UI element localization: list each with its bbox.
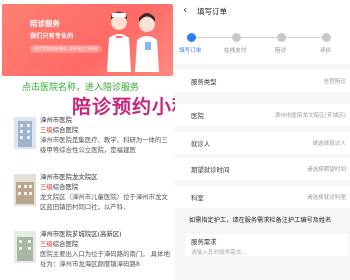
field-value: 漳州市医院龙文院区(芗城区) <box>274 113 347 119</box>
order-form-screen: ‹ 填写订单 填写订单 在线支付 陪诊 评价 服务类型 全程陪诊 医院 漳州市医… <box>175 0 350 280</box>
step-dot-pay <box>232 33 241 42</box>
overlay-title: 陪诊预约小程序 <box>72 96 175 118</box>
order-progress-steps: 填写订单 在线支付 陪诊 评价 <box>175 24 350 64</box>
banner-subtitle: 我们只有专业的 <box>30 33 74 40</box>
hospital-building-icon <box>14 231 36 263</box>
hospital-name[interactable]: 漳州市医院龙文院区 <box>40 172 98 181</box>
step-escort: 陪诊 <box>275 48 287 54</box>
back-icon[interactable]: ‹ <box>183 5 187 16</box>
hospital-description: 漳州市医院是集医疗、教学、科研为一体的三级甲等综合性公立医院，是福建医 <box>40 136 168 154</box>
field-label: 就诊人 <box>191 140 211 148</box>
hospital-description: 龙文院区（漳州市儿童医院）位于漳州市龙文区蓝田镇田村同口社，以产科、 <box>40 193 168 211</box>
hospital-description: 医院主要出入口为位于漳码路的南门。 具体地址为：漳州市龙海区颜厝镇漳码路8 <box>40 250 170 268</box>
hospital-building-icon <box>14 174 36 206</box>
hospital-level: 三级综合医院 <box>40 240 79 248</box>
requirement-label: 服务需求 <box>191 238 217 246</box>
field-visit-time[interactable]: 期望就诊时间 请选择期望时间 <box>175 158 350 180</box>
field-value: 全程陪诊 <box>323 79 346 85</box>
field-label: 科室 <box>191 194 204 202</box>
caregiver-note: 如需指定护工，请在服务需求栏备注护工编号及姓名 <box>189 217 332 224</box>
field-value: 请选择就诊人 <box>312 141 346 147</box>
promo-banner[interactable]: 陪诊服务 我们只有专业的 医疗资质优质服务 全护理工作经验 <box>2 4 173 76</box>
step-pay: 在线支付 <box>224 48 247 54</box>
field-hospital[interactable]: 医院 漳州市医院龙文院区(芗城区) <box>175 104 350 126</box>
hospital-name[interactable]: 漳州市医院芗城院区(高新区) <box>40 229 122 238</box>
nav-bar: ‹ 填写订单 <box>175 0 350 24</box>
banner-tagline: 医疗资质优质服务 全护理工作经验 <box>30 45 103 53</box>
step-review: 评价 <box>320 48 332 54</box>
service-requirement-input[interactable]: 服务需求 请输入其他服务需求... <box>185 234 348 256</box>
field-patient[interactable]: 就诊人 请选择就诊人 <box>175 132 350 154</box>
field-label: 服务类型 <box>191 78 217 86</box>
hospital-name[interactable]: 漳州市医院 <box>40 115 72 124</box>
page-title: 填写订单 <box>197 7 227 16</box>
step-dot-review <box>322 33 331 42</box>
field-label: 期望就诊时间 <box>191 166 230 174</box>
field-department[interactable]: 科室 请选择就诊科室 <box>175 186 350 208</box>
banner-title: 陪诊服务 <box>30 19 60 28</box>
field-value: 请选择就诊科室 <box>306 195 346 201</box>
hospital-level: 三级综合医院 <box>40 183 79 191</box>
hospital-building-icon <box>14 117 36 149</box>
step-dot-fill-order <box>187 33 196 42</box>
step-dot-escort <box>277 33 286 42</box>
requirement-placeholder: 请输入其他服务需求... <box>191 250 247 256</box>
field-service-type[interactable]: 服务类型 全程陪诊 <box>175 70 350 92</box>
step-fill-order: 填写订单 <box>179 48 202 54</box>
nurse-illustration-icon <box>107 11 159 72</box>
field-label: 医院 <box>191 112 204 120</box>
hospital-level: 三级综合医院 <box>40 126 79 134</box>
field-value: 请选择期望时间 <box>306 167 346 173</box>
hospital-list-screen: 陪诊服务 我们只有专业的 医疗资质优质服务 全护理工作经验 点击医院名称，进入陪… <box>0 0 175 280</box>
